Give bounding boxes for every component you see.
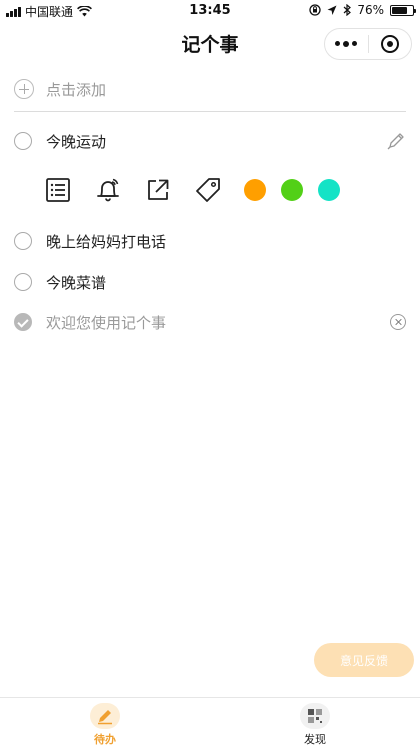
edit-pencil-icon	[387, 133, 404, 150]
add-circle-icon	[14, 79, 34, 99]
color-option-green[interactable]	[281, 179, 303, 201]
todo-text: 今晚菜谱	[46, 273, 107, 292]
divider	[14, 111, 406, 112]
todo-item[interactable]: 欢迎您使用记个事	[14, 307, 406, 337]
todo-checkbox[interactable]	[14, 132, 32, 150]
status-right: 76%	[309, 3, 416, 17]
tab-label: 待办	[94, 733, 116, 746]
todo-item[interactable]: 今晚菜谱	[14, 267, 406, 297]
share-button[interactable]	[144, 176, 172, 204]
feedback-button[interactable]: 意见反馈	[314, 643, 414, 677]
add-todo-button[interactable]: 点击添加	[14, 74, 406, 104]
list-icon	[46, 178, 70, 202]
status-bar: 中国联通 13:45 76%	[0, 0, 420, 22]
discover-grid-icon	[300, 703, 330, 729]
close-button[interactable]	[369, 29, 412, 59]
reminder-button[interactable]	[94, 176, 122, 204]
todo-checkbox-checked[interactable]	[14, 313, 32, 331]
tab-label: 发现	[304, 733, 326, 746]
battery-percent: 76%	[357, 3, 384, 17]
more-button[interactable]	[325, 29, 368, 59]
add-todo-label: 点击添加	[46, 80, 107, 99]
todo-item[interactable]: 晚上给妈妈打电话	[14, 226, 406, 256]
list-button[interactable]	[44, 176, 72, 204]
location-icon	[327, 5, 337, 15]
share-icon	[148, 179, 169, 200]
delete-button[interactable]	[390, 314, 406, 330]
tab-bar: 待办 发现	[0, 697, 420, 747]
bell-icon	[97, 178, 119, 202]
target-icon	[380, 35, 399, 53]
todo-text: 欢迎您使用记个事	[46, 313, 167, 332]
color-option-orange[interactable]	[244, 179, 266, 201]
todo-checkbox[interactable]	[14, 273, 32, 291]
tab-todo[interactable]: 待办	[0, 698, 210, 747]
battery-icon	[390, 4, 416, 16]
todo-text: 今晚运动	[46, 132, 107, 151]
todo-text: 晚上给妈妈打电话	[46, 232, 167, 251]
pencil-icon	[90, 703, 120, 729]
battery-level	[392, 6, 408, 14]
lock-rotation-icon	[309, 4, 321, 16]
todo-checkbox[interactable]	[14, 232, 32, 250]
mini-program-capsule	[324, 28, 412, 60]
tab-discover[interactable]: 发现	[210, 698, 420, 747]
more-dots-icon	[335, 41, 358, 47]
edit-button[interactable]	[386, 131, 406, 155]
bluetooth-icon	[343, 4, 352, 16]
delete-x-icon	[390, 314, 406, 330]
color-option-cyan[interactable]	[318, 179, 340, 201]
tag-button[interactable]	[194, 176, 222, 204]
nav-bar: 记个事	[0, 22, 420, 64]
tag-icon	[196, 178, 220, 202]
todo-item[interactable]: 今晚运动	[14, 126, 406, 156]
todo-tool-row	[44, 175, 355, 205]
